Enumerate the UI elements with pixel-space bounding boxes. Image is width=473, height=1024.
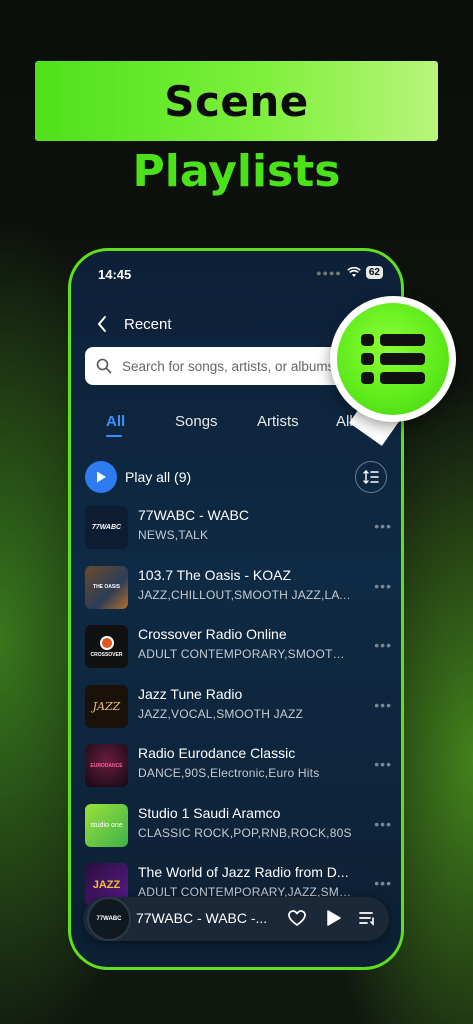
page-title: Recent bbox=[124, 315, 172, 333]
station-genres: JAZZ,CHILLOUT,SMOOTH JAZZ,LATIN JAZZ bbox=[138, 587, 353, 602]
sort-icon bbox=[363, 470, 379, 484]
more-dots-icon[interactable]: ••• bbox=[374, 578, 392, 594]
station-genres: CLASSIC ROCK,POP,RNB,ROCK,80S bbox=[138, 825, 352, 840]
more-dots-icon[interactable]: ••• bbox=[374, 697, 392, 713]
tab-songs[interactable]: Songs bbox=[175, 413, 218, 430]
station-logo: EURODANCE bbox=[85, 744, 128, 787]
station-genres: ADULT CONTEMPORARY,SMOOTH JAZZ bbox=[138, 647, 353, 661]
station-list: 77WABC 77WABC - WABC NEWS,TALK ••• THE O… bbox=[85, 506, 395, 923]
search-input[interactable] bbox=[120, 357, 354, 375]
play-all-label: Play all bbox=[125, 469, 171, 485]
active-tab-indicator bbox=[106, 435, 122, 437]
play-all-count: (9) bbox=[174, 469, 192, 485]
sort-button[interactable] bbox=[355, 461, 387, 493]
search-icon bbox=[96, 358, 112, 374]
play-all-button[interactable]: Play all (9) bbox=[85, 461, 191, 493]
battery-indicator: 62 bbox=[365, 266, 383, 279]
list-item[interactable]: THE OASIS 103.7 The Oasis - KOAZ JAZZ,CH… bbox=[85, 565, 395, 626]
status-time: 14:45 bbox=[98, 267, 132, 282]
station-title: Studio 1 Saudi Aramco bbox=[138, 804, 281, 821]
more-dots-icon[interactable]: ••• bbox=[374, 518, 392, 534]
station-title: Crossover Radio Online bbox=[138, 626, 287, 642]
station-genres: DANCE,90S,Electronic,Euro Hits bbox=[138, 766, 320, 780]
play-icon[interactable] bbox=[323, 908, 343, 928]
station-genres: JAZZ,VOCAL,SMOOTH JAZZ bbox=[138, 706, 304, 721]
list-item[interactable]: JAZZ Jazz Tune Radio JAZZ,VOCAL,SMOOTH J… bbox=[85, 684, 395, 745]
list-item[interactable]: 77WABC 77WABC - WABC NEWS,TALK ••• bbox=[85, 506, 395, 566]
station-title: Jazz Tune Radio bbox=[138, 685, 243, 702]
list-item[interactable]: EURODANCE Radio Eurodance Classic DANCE,… bbox=[85, 744, 395, 804]
mini-player[interactable]: 77WABC 77WABC - WABC -... bbox=[83, 897, 389, 941]
chevron-left-icon[interactable] bbox=[96, 315, 108, 333]
tab-all[interactable]: All bbox=[106, 413, 125, 430]
status-icons: ●●●● 62 bbox=[316, 266, 383, 279]
more-dots-icon[interactable]: ••• bbox=[374, 816, 392, 832]
station-title: 103.7 The Oasis - KOAZ bbox=[138, 566, 292, 583]
station-title: The World of Jazz Radio from D... bbox=[138, 864, 349, 880]
subheadline: Playlists bbox=[132, 146, 341, 197]
signal-icon: ●●●● bbox=[316, 267, 342, 278]
play-icon bbox=[85, 461, 117, 493]
list-icon bbox=[337, 303, 449, 415]
headline: Scene bbox=[164, 76, 309, 126]
station-title: Radio Eurodance Classic bbox=[138, 745, 296, 761]
station-logo: JAZZ bbox=[85, 684, 128, 728]
mini-player-artwork: 77WABC bbox=[87, 897, 131, 941]
headline-banner: Scene bbox=[35, 61, 438, 141]
list-item[interactable]: CROSSOVER Crossover Radio Online ADULT C… bbox=[85, 625, 395, 685]
top-nav: Recent bbox=[96, 315, 172, 333]
tab-artists[interactable]: Artists bbox=[257, 413, 299, 430]
station-logo: studio one bbox=[85, 803, 128, 847]
wifi-icon bbox=[347, 267, 361, 277]
station-logo: CROSSOVER bbox=[85, 625, 128, 668]
more-dots-icon[interactable]: ••• bbox=[374, 637, 392, 653]
station-logo: THE OASIS bbox=[85, 565, 128, 609]
station-title: 77WABC - WABC bbox=[138, 507, 249, 523]
mini-player-title: 77WABC - WABC -... bbox=[136, 910, 268, 926]
queue-icon[interactable] bbox=[357, 908, 377, 928]
more-dots-icon[interactable]: ••• bbox=[374, 756, 392, 772]
more-dots-icon[interactable]: ••• bbox=[374, 875, 392, 891]
heart-icon[interactable] bbox=[287, 908, 307, 928]
station-genres: NEWS,TALK bbox=[138, 528, 209, 542]
station-logo: 77WABC bbox=[85, 506, 128, 549]
list-item[interactable]: studio one Studio 1 Saudi Aramco CLASSIC… bbox=[85, 803, 395, 864]
